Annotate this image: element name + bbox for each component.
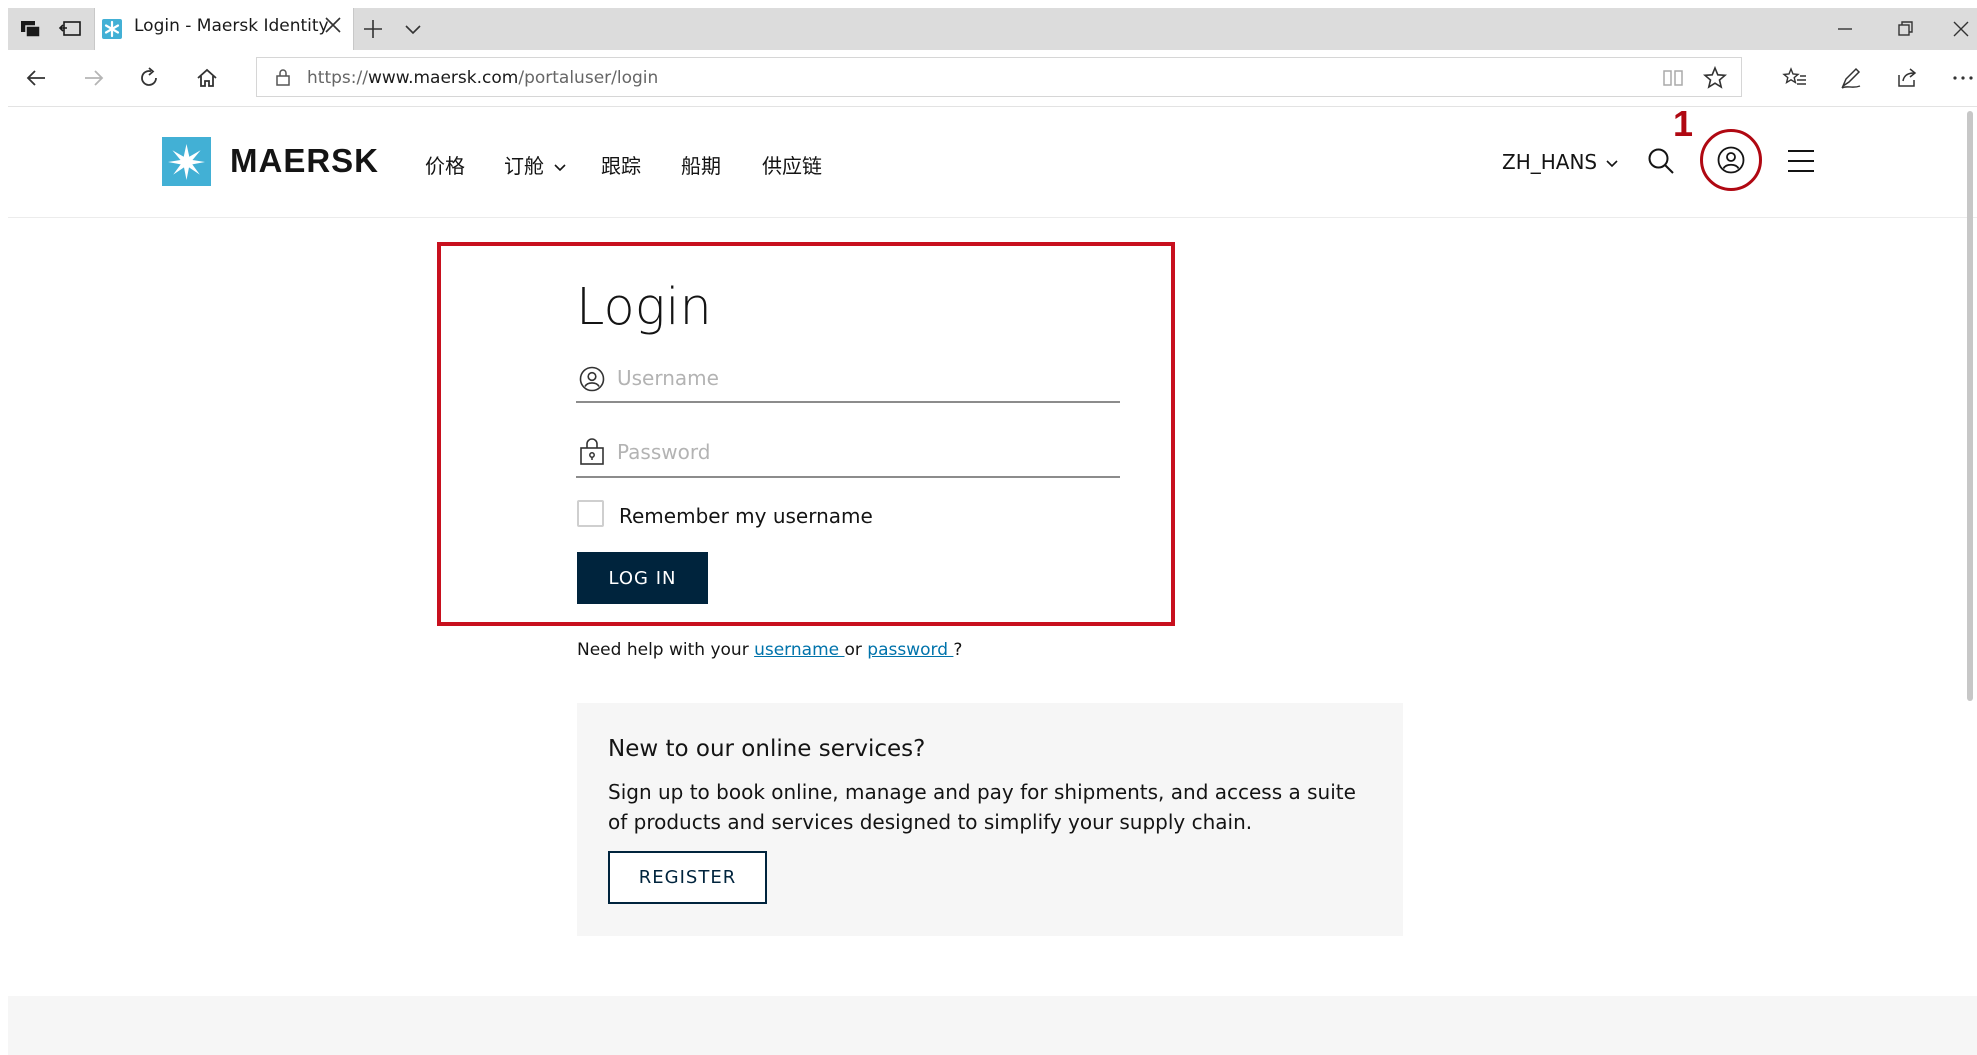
login-button[interactable]: LOG IN — [577, 552, 708, 604]
refresh-icon[interactable] — [136, 65, 162, 91]
set-aside-tabs-icon[interactable] — [58, 16, 84, 42]
register-button[interactable]: REGISTER — [608, 851, 767, 904]
search-icon[interactable] — [1646, 146, 1676, 176]
hamburger-menu-icon[interactable] — [1786, 148, 1816, 174]
nav-item-booking[interactable]: 订舱 — [504, 150, 567, 179]
footer-band — [8, 996, 1977, 1055]
username-underline — [576, 401, 1120, 403]
language-label: ZH_HANS — [1502, 150, 1598, 174]
help-prefix: Need help with your — [577, 640, 755, 660]
tab-list-icon[interactable] — [400, 16, 426, 42]
language-selector[interactable]: ZH_HANS — [1502, 150, 1619, 174]
pen-icon[interactable] — [1838, 65, 1864, 91]
tab-close-icon[interactable] — [320, 12, 346, 38]
maersk-star-logo-icon[interactable] — [162, 137, 211, 186]
chevron-down-icon — [553, 163, 567, 173]
username-input[interactable] — [617, 361, 1117, 395]
password-input[interactable] — [617, 435, 1117, 469]
back-icon[interactable] — [24, 65, 50, 91]
annotation-number: 1 — [1673, 103, 1694, 144]
reading-view-icon[interactable] — [1660, 65, 1686, 91]
share-icon[interactable] — [1894, 65, 1920, 91]
tab-title: Login - Maersk Identity — [134, 16, 329, 36]
forward-icon[interactable] — [80, 65, 106, 91]
nav-item-schedules[interactable]: 船期 — [681, 150, 721, 179]
chevron-down-icon — [1605, 159, 1619, 169]
restore-icon[interactable] — [1892, 16, 1918, 42]
page-scrollbar[interactable] — [1967, 111, 1973, 701]
register-description: Sign up to book online, manage and pay f… — [608, 780, 1356, 834]
favorite-star-icon[interactable] — [1702, 65, 1728, 91]
password-help-link[interactable]: password — [867, 640, 953, 660]
favorites-list-icon[interactable] — [1782, 65, 1808, 91]
maersk-logo-text[interactable]: MAERSK — [230, 142, 379, 180]
nav-item-booking-label: 订舱 — [504, 154, 544, 178]
remember-username-label[interactable]: Remember my username — [619, 504, 873, 528]
maersk-favicon-icon — [102, 19, 122, 39]
help-or: or — [844, 640, 868, 660]
lock-icon — [272, 66, 294, 88]
annotation-highlight-box — [437, 242, 1175, 626]
url-host: www.maersk.com — [367, 68, 519, 88]
register-title: New to our online services? — [608, 736, 926, 762]
password-underline — [576, 476, 1120, 478]
help-text: Need help with your username or password… — [577, 640, 962, 660]
home-icon[interactable] — [194, 65, 220, 91]
url-text[interactable]: https://www.maersk.com/portaluser/login — [307, 68, 658, 88]
url-scheme: https:// — [307, 68, 368, 88]
annotation-circle — [1700, 129, 1762, 191]
lock-icon — [578, 438, 606, 466]
username-help-link[interactable]: username — [754, 640, 844, 660]
minimize-icon[interactable] — [1832, 16, 1858, 42]
login-title: Login — [576, 278, 712, 337]
more-icon[interactable] — [1950, 65, 1976, 91]
nav-item-prices[interactable]: 价格 — [425, 150, 465, 179]
nav-item-supply-chain[interactable]: 供应链 — [762, 150, 822, 179]
remember-username-checkbox[interactable] — [577, 500, 604, 527]
url-path: /portaluser/login — [518, 68, 659, 88]
window-close-icon[interactable] — [1948, 16, 1974, 42]
user-icon — [578, 365, 606, 393]
help-suffix: ? — [953, 640, 963, 660]
new-tab-icon[interactable] — [360, 16, 386, 42]
nav-item-tracking[interactable]: 跟踪 — [601, 150, 641, 179]
tab-actions-icon[interactable] — [18, 16, 44, 42]
